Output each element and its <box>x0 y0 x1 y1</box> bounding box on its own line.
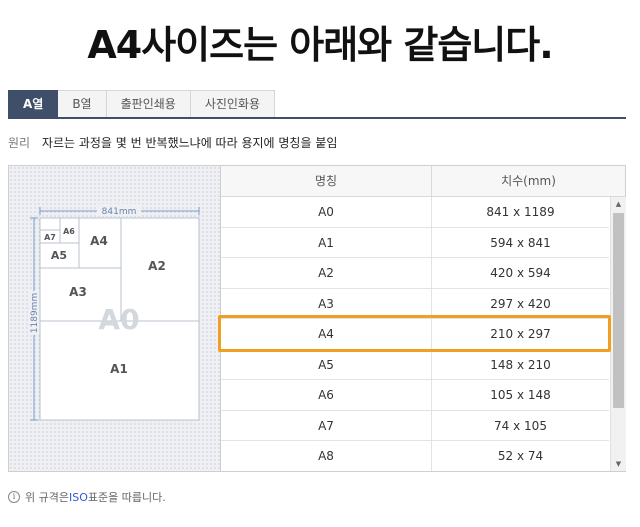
table-row: A8 52 x 74 <box>221 441 609 471</box>
row-name: A0 <box>221 197 432 227</box>
tab-photo-print[interactable]: 사진인화용 <box>190 90 276 118</box>
width-label: 841mm <box>102 207 137 217</box>
footnote: i 위 규격은 ISO 표준을 따릅니다. <box>8 489 166 505</box>
table-row: A5 148 x 210 <box>221 349 609 380</box>
a5-label: A5 <box>51 249 67 262</box>
scroll-up-icon[interactable]: ▲ <box>611 197 626 211</box>
row-name: A8 <box>221 441 432 471</box>
footnote-prefix: 위 규격은 <box>25 491 69 504</box>
row-size: 148 x 210 <box>490 357 551 372</box>
height-label: 1189mm <box>30 293 40 333</box>
tab-underline <box>8 117 626 119</box>
row-name: A6 <box>221 380 432 410</box>
a1-label: A1 <box>110 362 128 376</box>
tab-a-series[interactable]: A열 <box>8 90 59 118</box>
paper-diagram-area: 841mm 1189mm A0 A1 A2 A3 A4 A5 A6 A7 <box>9 166 221 471</box>
headline: A4사이즈는 아래와 같습니다. <box>87 23 553 67</box>
header-name: 명칭 <box>221 166 432 197</box>
header-size: 치수(mm) <box>501 174 556 188</box>
paper-size-diagram: 841mm 1189mm A0 A1 A2 A3 A4 A5 A6 A7 <box>28 204 200 421</box>
row-name: A1 <box>221 227 432 257</box>
row-name: A5 <box>221 349 432 379</box>
scroll-thumb[interactable] <box>613 213 624 408</box>
row-name: A7 <box>221 410 432 440</box>
table-header: 명칭 치수(mm) <box>221 166 625 197</box>
table-scrollbar[interactable]: ▲ ▼ <box>610 197 626 471</box>
row-size: 74 x 105 <box>494 418 547 433</box>
principle-text: 자르는 과정을 몇 번 반복했느냐에 따라 용지에 명칭을 붙임 <box>41 136 338 150</box>
a0-label: A0 <box>98 303 139 336</box>
table-row: A2 420 x 594 <box>221 258 609 289</box>
table-row: A0 841 x 1189 <box>221 197 609 228</box>
principle-row: 원리 자르는 과정을 몇 번 반복했느냐에 따라 용지에 명칭을 붙임 <box>8 134 337 151</box>
footnote-suffix: 표준을 따릅니다. <box>87 491 166 504</box>
table-row: A7 74 x 105 <box>221 410 609 441</box>
info-icon: i <box>8 491 20 503</box>
row-name: A2 <box>221 258 432 288</box>
a7-label: A7 <box>44 233 56 242</box>
row-size: 297 x 420 <box>490 296 551 311</box>
row-size: 841 x 1189 <box>486 205 555 219</box>
a6-label: A6 <box>63 227 75 236</box>
tab-bar: A열 B열 출판인쇄용 사진인화용 <box>8 90 276 118</box>
row-size: 594 x 841 <box>490 235 551 250</box>
row-size: 105 x 148 <box>490 388 551 402</box>
table-row: A6 105 x 148 <box>221 380 609 411</box>
tab-publishing[interactable]: 출판인쇄용 <box>106 90 191 118</box>
row-size: 52 x 74 <box>497 449 544 463</box>
principle-label: 원리 <box>8 136 31 150</box>
row-name: A3 <box>221 288 432 318</box>
scroll-down-icon[interactable]: ▼ <box>611 457 626 471</box>
a3-label: A3 <box>69 285 87 299</box>
tab-b-series[interactable]: B열 <box>58 90 107 118</box>
a4-label: A4 <box>90 234 108 248</box>
a4-highlight-box <box>218 315 611 352</box>
row-size: 420 x 594 <box>490 266 551 280</box>
table-row: A1 594 x 841 <box>221 227 609 258</box>
iso-link[interactable]: ISO <box>69 491 88 504</box>
a2-label: A2 <box>148 259 166 273</box>
